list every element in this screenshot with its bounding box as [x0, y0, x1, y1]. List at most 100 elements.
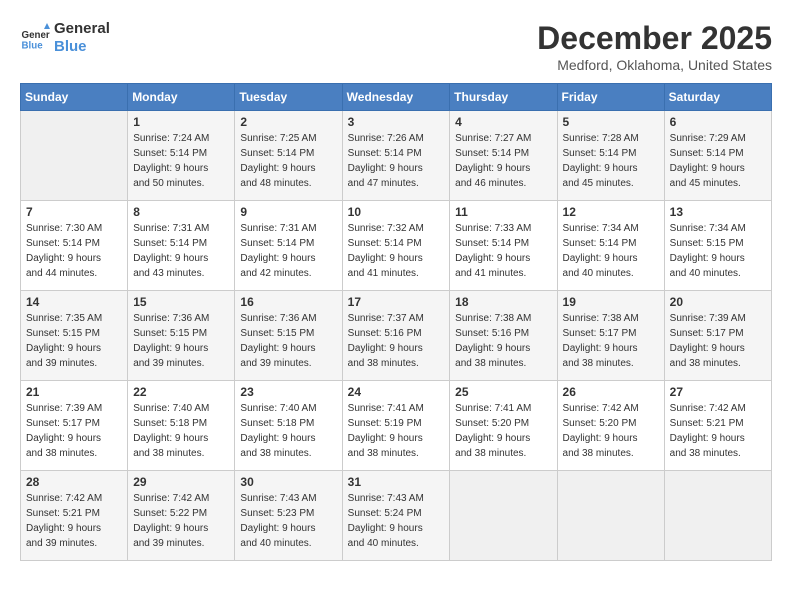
col-header-friday: Friday [557, 84, 664, 111]
calendar-cell: 25Sunrise: 7:41 AM Sunset: 5:20 PM Dayli… [450, 381, 557, 471]
day-info: Sunrise: 7:33 AM Sunset: 5:14 PM Dayligh… [455, 221, 551, 281]
calendar-cell: 15Sunrise: 7:36 AM Sunset: 5:15 PM Dayli… [128, 291, 235, 381]
calendar-cell: 29Sunrise: 7:42 AM Sunset: 5:22 PM Dayli… [128, 471, 235, 561]
day-info: Sunrise: 7:31 AM Sunset: 5:14 PM Dayligh… [133, 221, 229, 281]
day-info: Sunrise: 7:42 AM Sunset: 5:20 PM Dayligh… [563, 401, 659, 461]
day-number: 20 [670, 295, 766, 309]
day-number: 17 [348, 295, 445, 309]
calendar-cell: 3 Sunrise: 7:26 AM Sunset: 5:14 PM Daylig… [342, 111, 450, 201]
day-number: 10 [348, 205, 445, 219]
day-info: Sunrise: 7:41 AM Sunset: 5:20 PM Dayligh… [455, 401, 551, 461]
day-info: Sunrise: 7:40 AM Sunset: 5:18 PM Dayligh… [133, 401, 229, 461]
day-info: Sunrise: 7:43 AM Sunset: 5:23 PM Dayligh… [240, 491, 336, 551]
calendar-cell: 22 Sunrise: 7:40 AM Sunset: 5:18 PM Dayli… [128, 381, 235, 471]
calendar-week-5: 28 Sunrise: 7:42 AM Sunset: 5:21 PM Dayli… [21, 471, 772, 561]
day-number: 29 [133, 475, 229, 489]
day-number: 16 [240, 295, 336, 309]
col-header-wednesday: Wednesday [342, 84, 450, 111]
calendar-week-3: 14 Sunrise: 7:35 AM Sunset: 5:15 PM Dayli… [21, 291, 772, 381]
calendar-cell: 14 Sunrise: 7:35 AM Sunset: 5:15 PM Dayli… [21, 291, 128, 381]
logo-text-line1: General [54, 20, 110, 38]
day-info: Sunrise: 7:40 AM Sunset: 5:18 PM Dayligh… [240, 401, 336, 461]
calendar-cell [450, 471, 557, 561]
day-info: Sunrise: 7:35 AM Sunset: 5:15 PM Dayligh… [26, 311, 122, 371]
calendar-cell: 26 Sunrise: 7:42 AM Sunset: 5:20 PM Dayli… [557, 381, 664, 471]
calendar-table: SundayMondayTuesdayWednesdayThursdayFrid… [20, 83, 772, 561]
day-number: 23 [240, 385, 336, 399]
day-number: 19 [563, 295, 659, 309]
day-info: Sunrise: 7:24 AM Sunset: 5:14 PM Dayligh… [133, 131, 229, 191]
day-number: 3 [348, 115, 445, 129]
day-number: 1 [133, 115, 229, 129]
calendar-cell: 23 Sunrise: 7:40 AM Sunset: 5:18 PM Dayli… [235, 381, 342, 471]
calendar-cell: 16 Sunrise: 7:36 AM Sunset: 5:15 PM Dayli… [235, 291, 342, 381]
day-number: 6 [670, 115, 766, 129]
calendar-cell: 20 Sunrise: 7:39 AM Sunset: 5:17 PM Dayli… [664, 291, 771, 381]
day-info: Sunrise: 7:28 AM Sunset: 5:14 PM Dayligh… [563, 131, 659, 191]
day-info: Sunrise: 7:30 AM Sunset: 5:14 PM Dayligh… [26, 221, 122, 281]
day-number: 5 [563, 115, 659, 129]
calendar-cell: 6 Sunrise: 7:29 AM Sunset: 5:14 PM Daylig… [664, 111, 771, 201]
day-number: 28 [26, 475, 122, 489]
day-info: Sunrise: 7:39 AM Sunset: 5:17 PM Dayligh… [670, 311, 766, 371]
svg-text:Blue: Blue [22, 41, 44, 52]
day-number: 24 [348, 385, 445, 399]
day-info: Sunrise: 7:43 AM Sunset: 5:24 PM Dayligh… [348, 491, 445, 551]
day-number: 8 [133, 205, 229, 219]
title-block: December 2025 Medford, Oklahoma, United … [537, 20, 772, 73]
logo-icon: General Blue [20, 23, 50, 53]
day-number: 27 [670, 385, 766, 399]
calendar-cell: 5 Sunrise: 7:28 AM Sunset: 5:14 PM Daylig… [557, 111, 664, 201]
calendar-week-2: 7 Sunrise: 7:30 AM Sunset: 5:14 PM Daylig… [21, 201, 772, 291]
location-text: Medford, Oklahoma, United States [537, 57, 772, 73]
day-number: 18 [455, 295, 551, 309]
day-number: 11 [455, 205, 551, 219]
day-info: Sunrise: 7:26 AM Sunset: 5:14 PM Dayligh… [348, 131, 445, 191]
calendar-cell: 28 Sunrise: 7:42 AM Sunset: 5:21 PM Dayli… [21, 471, 128, 561]
calendar-cell: 10 Sunrise: 7:32 AM Sunset: 5:14 PM Dayli… [342, 201, 450, 291]
day-info: Sunrise: 7:31 AM Sunset: 5:14 PM Dayligh… [240, 221, 336, 281]
calendar-week-1: 1 Sunrise: 7:24 AM Sunset: 5:14 PM Daylig… [21, 111, 772, 201]
logo: General Blue General Blue [20, 20, 110, 56]
day-number: 14 [26, 295, 122, 309]
calendar-cell: 18Sunrise: 7:38 AM Sunset: 5:16 PM Dayli… [450, 291, 557, 381]
calendar-cell: 2Sunrise: 7:25 AM Sunset: 5:14 PM Daylig… [235, 111, 342, 201]
day-info: Sunrise: 7:27 AM Sunset: 5:14 PM Dayligh… [455, 131, 551, 191]
day-info: Sunrise: 7:36 AM Sunset: 5:15 PM Dayligh… [240, 311, 336, 371]
calendar-cell: 17 Sunrise: 7:37 AM Sunset: 5:16 PM Dayli… [342, 291, 450, 381]
day-info: Sunrise: 7:41 AM Sunset: 5:19 PM Dayligh… [348, 401, 445, 461]
day-number: 26 [563, 385, 659, 399]
day-number: 2 [240, 115, 336, 129]
svg-text:General: General [22, 30, 51, 41]
day-number: 15 [133, 295, 229, 309]
calendar-cell: 8 Sunrise: 7:31 AM Sunset: 5:14 PM Daylig… [128, 201, 235, 291]
day-info: Sunrise: 7:32 AM Sunset: 5:14 PM Dayligh… [348, 221, 445, 281]
day-info: Sunrise: 7:42 AM Sunset: 5:21 PM Dayligh… [26, 491, 122, 551]
day-info: Sunrise: 7:34 AM Sunset: 5:15 PM Dayligh… [670, 221, 766, 281]
calendar-cell: 9Sunrise: 7:31 AM Sunset: 5:14 PM Daylig… [235, 201, 342, 291]
day-info: Sunrise: 7:42 AM Sunset: 5:21 PM Dayligh… [670, 401, 766, 461]
day-info: Sunrise: 7:29 AM Sunset: 5:14 PM Dayligh… [670, 131, 766, 191]
calendar-cell: 4Sunrise: 7:27 AM Sunset: 5:14 PM Daylig… [450, 111, 557, 201]
calendar-cell: 13Sunrise: 7:34 AM Sunset: 5:15 PM Dayli… [664, 201, 771, 291]
col-header-sunday: Sunday [21, 84, 128, 111]
day-number: 30 [240, 475, 336, 489]
day-number: 31 [348, 475, 445, 489]
calendar-cell: 27 Sunrise: 7:42 AM Sunset: 5:21 PM Dayli… [664, 381, 771, 471]
day-number: 7 [26, 205, 122, 219]
calendar-cell: 31 Sunrise: 7:43 AM Sunset: 5:24 PM Dayli… [342, 471, 450, 561]
calendar-cell: 11 Sunrise: 7:33 AM Sunset: 5:14 PM Dayli… [450, 201, 557, 291]
calendar-cell: 1 Sunrise: 7:24 AM Sunset: 5:14 PM Daylig… [128, 111, 235, 201]
logo-text-line2: Blue [54, 38, 110, 56]
calendar-header-row: SundayMondayTuesdayWednesdayThursdayFrid… [21, 84, 772, 111]
calendar-cell: 24 Sunrise: 7:41 AM Sunset: 5:19 PM Dayli… [342, 381, 450, 471]
day-number: 22 [133, 385, 229, 399]
day-info: Sunrise: 7:37 AM Sunset: 5:16 PM Dayligh… [348, 311, 445, 371]
col-header-thursday: Thursday [450, 84, 557, 111]
page-header: General Blue General Blue December 2025 … [20, 20, 772, 73]
day-number: 21 [26, 385, 122, 399]
calendar-cell: 21Sunrise: 7:39 AM Sunset: 5:17 PM Dayli… [21, 381, 128, 471]
calendar-week-4: 21Sunrise: 7:39 AM Sunset: 5:17 PM Dayli… [21, 381, 772, 471]
day-info: Sunrise: 7:34 AM Sunset: 5:14 PM Dayligh… [563, 221, 659, 281]
calendar-cell: 30 Sunrise: 7:43 AM Sunset: 5:23 PM Dayli… [235, 471, 342, 561]
